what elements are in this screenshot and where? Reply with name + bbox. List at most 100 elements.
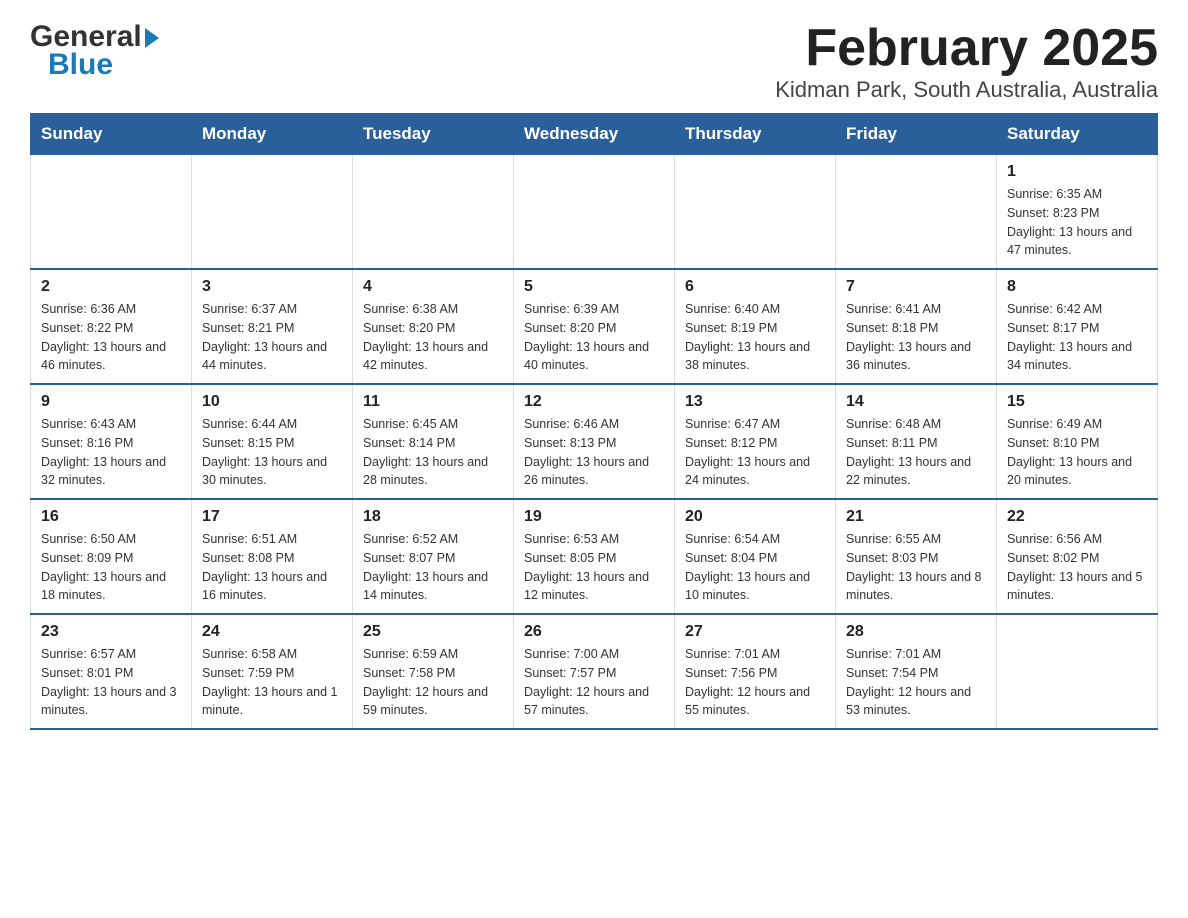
day-info: Sunrise: 6:51 AMSunset: 8:08 PMDaylight:… bbox=[202, 530, 342, 605]
calendar-cell: 9 Sunrise: 6:43 AMSunset: 8:16 PMDaylight… bbox=[31, 384, 192, 499]
day-number: 26 bbox=[524, 623, 664, 641]
calendar-cell: 18 Sunrise: 6:52 AMSunset: 8:07 PMDayligh… bbox=[353, 499, 514, 614]
day-number: 7 bbox=[846, 278, 986, 296]
calendar-table: SundayMondayTuesdayWednesdayThursdayFrid… bbox=[30, 113, 1158, 730]
day-info: Sunrise: 6:48 AMSunset: 8:11 PMDaylight:… bbox=[846, 415, 986, 490]
day-info: Sunrise: 6:57 AMSunset: 8:01 PMDaylight:… bbox=[41, 645, 181, 720]
calendar-cell: 12 Sunrise: 6:46 AMSunset: 8:13 PMDayligh… bbox=[514, 384, 675, 499]
day-number: 3 bbox=[202, 278, 342, 296]
calendar-cell: 3 Sunrise: 6:37 AMSunset: 8:21 PMDaylight… bbox=[192, 269, 353, 384]
calendar-cell bbox=[836, 155, 997, 270]
day-info: Sunrise: 6:49 AMSunset: 8:10 PMDaylight:… bbox=[1007, 415, 1147, 490]
calendar-week-2: 2 Sunrise: 6:36 AMSunset: 8:22 PMDaylight… bbox=[31, 269, 1158, 384]
day-info: Sunrise: 6:38 AMSunset: 8:20 PMDaylight:… bbox=[363, 300, 503, 375]
calendar-header: SundayMondayTuesdayWednesdayThursdayFrid… bbox=[31, 114, 1158, 155]
weekday-header-friday: Friday bbox=[836, 114, 997, 155]
day-number: 28 bbox=[846, 623, 986, 641]
day-info: Sunrise: 7:00 AMSunset: 7:57 PMDaylight:… bbox=[524, 645, 664, 720]
calendar-cell: 10Sunrise: 6:44 AMSunset: 8:15 PMDayligh… bbox=[192, 384, 353, 499]
day-number: 27 bbox=[685, 623, 825, 641]
day-number: 20 bbox=[685, 508, 825, 526]
day-info: Sunrise: 6:46 AMSunset: 8:13 PMDaylight:… bbox=[524, 415, 664, 490]
calendar-cell: 7 Sunrise: 6:41 AMSunset: 8:18 PMDaylight… bbox=[836, 269, 997, 384]
weekday-header-sunday: Sunday bbox=[31, 114, 192, 155]
day-info: Sunrise: 6:45 AMSunset: 8:14 PMDaylight:… bbox=[363, 415, 503, 490]
calendar-subtitle: Kidman Park, South Australia, Australia bbox=[775, 77, 1158, 103]
day-number: 9 bbox=[41, 393, 181, 411]
calendar-cell: 24 Sunrise: 6:58 AMSunset: 7:59 PMDayligh… bbox=[192, 614, 353, 729]
day-number: 12 bbox=[524, 393, 664, 411]
calendar-cell: 1Sunrise: 6:35 AMSunset: 8:23 PMDaylight… bbox=[997, 155, 1158, 270]
calendar-cell: 14 Sunrise: 6:48 AMSunset: 8:11 PMDayligh… bbox=[836, 384, 997, 499]
day-number: 24 bbox=[202, 623, 342, 641]
day-info: Sunrise: 6:59 AMSunset: 7:58 PMDaylight:… bbox=[363, 645, 503, 720]
day-number: 15 bbox=[1007, 393, 1147, 411]
day-number: 5 bbox=[524, 278, 664, 296]
day-number: 17 bbox=[202, 508, 342, 526]
weekday-header-row: SundayMondayTuesdayWednesdayThursdayFrid… bbox=[31, 114, 1158, 155]
day-number: 14 bbox=[846, 393, 986, 411]
day-number: 19 bbox=[524, 508, 664, 526]
day-info: Sunrise: 6:52 AMSunset: 8:07 PMDaylight:… bbox=[363, 530, 503, 605]
calendar-cell: 23 Sunrise: 6:57 AMSunset: 8:01 PMDayligh… bbox=[31, 614, 192, 729]
calendar-cell: 15 Sunrise: 6:49 AMSunset: 8:10 PMDayligh… bbox=[997, 384, 1158, 499]
day-info: Sunrise: 7:01 AMSunset: 7:54 PMDaylight:… bbox=[846, 645, 986, 720]
weekday-header-saturday: Saturday bbox=[997, 114, 1158, 155]
day-info: Sunrise: 6:37 AMSunset: 8:21 PMDaylight:… bbox=[202, 300, 342, 375]
logo-chevron-icon bbox=[145, 28, 159, 48]
day-info: Sunrise: 6:54 AMSunset: 8:04 PMDaylight:… bbox=[685, 530, 825, 605]
day-info: Sunrise: 6:43 AMSunset: 8:16 PMDaylight:… bbox=[41, 415, 181, 490]
day-number: 8 bbox=[1007, 278, 1147, 296]
calendar-cell bbox=[514, 155, 675, 270]
weekday-header-wednesday: Wednesday bbox=[514, 114, 675, 155]
page-header: General Blue February 2025 Kidman Park, … bbox=[30, 20, 1158, 103]
day-info: Sunrise: 6:36 AMSunset: 8:22 PMDaylight:… bbox=[41, 300, 181, 375]
calendar-cell: 22 Sunrise: 6:56 AMSunset: 8:02 PMDayligh… bbox=[997, 499, 1158, 614]
day-info: Sunrise: 6:35 AMSunset: 8:23 PMDaylight:… bbox=[1007, 185, 1147, 260]
day-info: Sunrise: 6:56 AMSunset: 8:02 PMDaylight:… bbox=[1007, 530, 1147, 605]
day-number: 21 bbox=[846, 508, 986, 526]
day-number: 13 bbox=[685, 393, 825, 411]
day-info: Sunrise: 7:01 AMSunset: 7:56 PMDaylight:… bbox=[685, 645, 825, 720]
calendar-cell bbox=[353, 155, 514, 270]
calendar-cell: 20 Sunrise: 6:54 AMSunset: 8:04 PMDayligh… bbox=[675, 499, 836, 614]
calendar-cell: 21 Sunrise: 6:55 AMSunset: 8:03 PMDayligh… bbox=[836, 499, 997, 614]
day-info: Sunrise: 6:42 AMSunset: 8:17 PMDaylight:… bbox=[1007, 300, 1147, 375]
day-number: 18 bbox=[363, 508, 503, 526]
day-number: 25 bbox=[363, 623, 503, 641]
calendar-cell: 4Sunrise: 6:38 AMSunset: 8:20 PMDaylight… bbox=[353, 269, 514, 384]
calendar-week-1: 1Sunrise: 6:35 AMSunset: 8:23 PMDaylight… bbox=[31, 155, 1158, 270]
day-number: 11 bbox=[363, 393, 503, 411]
calendar-cell bbox=[997, 614, 1158, 729]
calendar-week-4: 16 Sunrise: 6:50 AMSunset: 8:09 PMDayligh… bbox=[31, 499, 1158, 614]
calendar-cell: 26 Sunrise: 7:00 AMSunset: 7:57 PMDayligh… bbox=[514, 614, 675, 729]
weekday-header-monday: Monday bbox=[192, 114, 353, 155]
calendar-week-3: 9 Sunrise: 6:43 AMSunset: 8:16 PMDaylight… bbox=[31, 384, 1158, 499]
day-info: Sunrise: 6:55 AMSunset: 8:03 PMDaylight:… bbox=[846, 530, 986, 605]
day-info: Sunrise: 6:44 AMSunset: 8:15 PMDaylight:… bbox=[202, 415, 342, 490]
calendar-week-5: 23 Sunrise: 6:57 AMSunset: 8:01 PMDayligh… bbox=[31, 614, 1158, 729]
calendar-cell: 6 Sunrise: 6:40 AMSunset: 8:19 PMDaylight… bbox=[675, 269, 836, 384]
calendar-cell: 25 Sunrise: 6:59 AMSunset: 7:58 PMDayligh… bbox=[353, 614, 514, 729]
day-number: 6 bbox=[685, 278, 825, 296]
calendar-cell bbox=[675, 155, 836, 270]
calendar-cell: 19Sunrise: 6:53 AMSunset: 8:05 PMDayligh… bbox=[514, 499, 675, 614]
day-number: 2 bbox=[41, 278, 181, 296]
day-number: 16 bbox=[41, 508, 181, 526]
calendar-cell: 13 Sunrise: 6:47 AMSunset: 8:12 PMDayligh… bbox=[675, 384, 836, 499]
day-info: Sunrise: 6:50 AMSunset: 8:09 PMDaylight:… bbox=[41, 530, 181, 605]
title-block: February 2025 Kidman Park, South Austral… bbox=[775, 20, 1158, 103]
calendar-cell: 8 Sunrise: 6:42 AMSunset: 8:17 PMDaylight… bbox=[997, 269, 1158, 384]
day-info: Sunrise: 6:39 AMSunset: 8:20 PMDaylight:… bbox=[524, 300, 664, 375]
calendar-title: February 2025 bbox=[775, 20, 1158, 77]
calendar-cell: 16 Sunrise: 6:50 AMSunset: 8:09 PMDayligh… bbox=[31, 499, 192, 614]
day-info: Sunrise: 6:41 AMSunset: 8:18 PMDaylight:… bbox=[846, 300, 986, 375]
calendar-cell: 2 Sunrise: 6:36 AMSunset: 8:22 PMDaylight… bbox=[31, 269, 192, 384]
logo: General Blue bbox=[30, 20, 159, 82]
logo-blue-text: Blue bbox=[48, 48, 113, 82]
day-info: Sunrise: 6:40 AMSunset: 8:19 PMDaylight:… bbox=[685, 300, 825, 375]
day-number: 22 bbox=[1007, 508, 1147, 526]
day-number: 23 bbox=[41, 623, 181, 641]
day-info: Sunrise: 6:58 AMSunset: 7:59 PMDaylight:… bbox=[202, 645, 342, 720]
day-info: Sunrise: 6:47 AMSunset: 8:12 PMDaylight:… bbox=[685, 415, 825, 490]
